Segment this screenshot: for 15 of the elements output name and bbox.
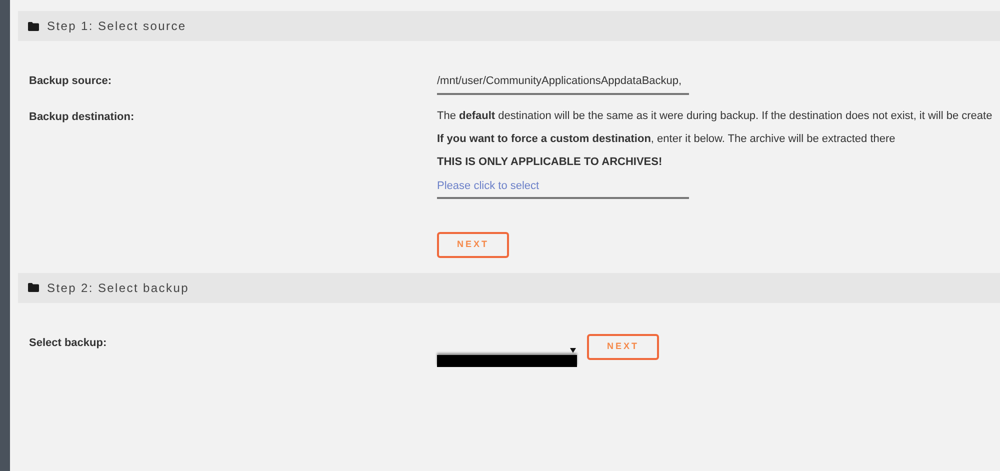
info-text: If you want to force a custom destination, enter it below. The archive will be extracted there bbox=[437, 132, 896, 146]
field-label: Backup source: bbox=[29, 74, 113, 89]
folder-icon bbox=[28, 283, 39, 292]
next-button[interactable]: NEXT bbox=[437, 232, 509, 258]
folder-icon bbox=[28, 22, 39, 30]
info-text: The default destination will be the same as it were during backup. If the destination does not exist, it will be create bbox=[437, 108, 992, 122]
field-label: Backup destination: bbox=[29, 110, 136, 124]
destination-field[interactable]: Please click to select bbox=[437, 178, 689, 199]
section-title: Step 1: Select source bbox=[47, 18, 186, 35]
source-field[interactable]: /mnt/user/CommunityApplicationsAppdataBackup, bbox=[437, 73, 689, 94]
next-button[interactable]: NEXT bbox=[587, 334, 659, 360]
info-text: THIS IS ONLY APPLICABLE TO ARCHIVES! bbox=[437, 154, 664, 168]
field-label: Select backup: bbox=[29, 336, 108, 351]
section-title: Step 2: Select backup bbox=[47, 280, 189, 297]
dropdown-arrow-icon bbox=[570, 348, 576, 353]
